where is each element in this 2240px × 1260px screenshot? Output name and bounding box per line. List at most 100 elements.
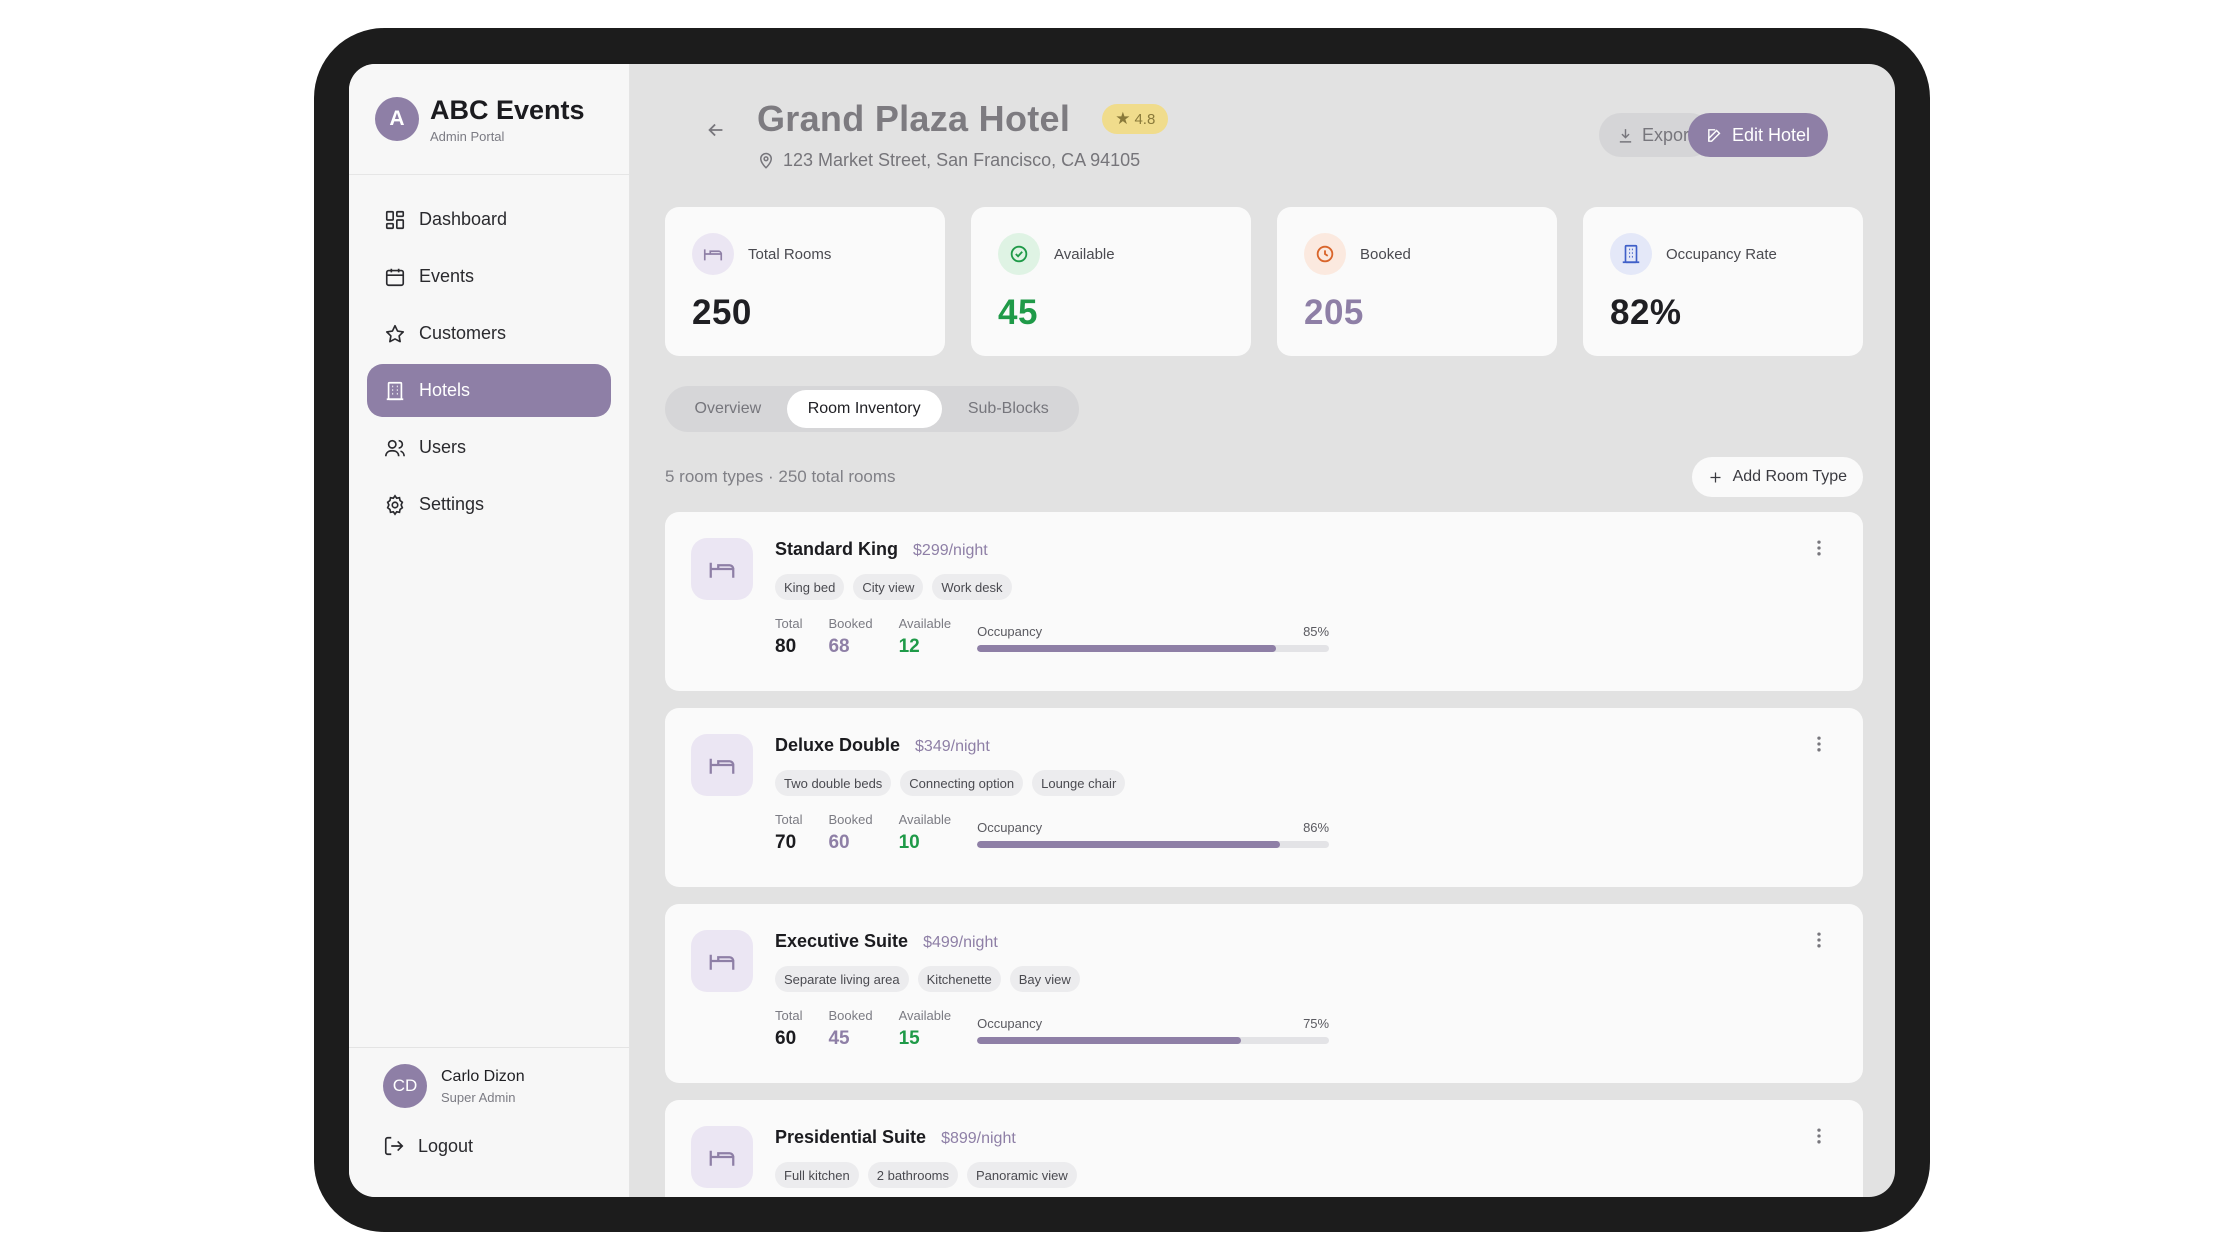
stat-icon-wrap [1304, 233, 1346, 275]
stat-value: 82% [1610, 293, 1682, 332]
amenity-tags: King bed City view Work desk [775, 574, 1329, 600]
star-icon [385, 324, 405, 342]
occupancy-fill [977, 645, 1277, 652]
building-icon [386, 381, 404, 400]
total-value: 80 [775, 636, 797, 657]
brand-avatar: A [375, 97, 419, 141]
amenity-tags: Full kitchen 2 bathrooms Panoramic view [775, 1162, 1077, 1188]
stat-card-available: Available 45 [971, 207, 1251, 356]
sidebar-item-label: Customers [419, 323, 507, 343]
logout-button[interactable]: Logout [383, 1135, 629, 1157]
rating-badge: ★ 4.8 [1102, 104, 1169, 134]
room-summary: 5 room types · 250 total rooms [665, 467, 896, 486]
add-room-type-label: Add Room Type [1732, 468, 1847, 485]
sidebar-item-settings[interactable]: Settings [367, 478, 611, 531]
room-price: $349/night [915, 738, 990, 755]
bed-icon [709, 562, 735, 578]
more-options-icon[interactable] [1809, 930, 1829, 950]
room-name: Deluxe Double [775, 735, 901, 755]
amenity-tag: City view [853, 574, 924, 600]
users-icon [385, 439, 405, 456]
total-label: Total [775, 1008, 803, 1023]
amenity-tag: Bay view [1009, 966, 1080, 992]
room-card: Deluxe Double $349/night Two double beds… [665, 708, 1863, 887]
amenity-tag: Connecting option [900, 770, 1024, 796]
more-options-icon[interactable] [1809, 1126, 1829, 1146]
list-header: 5 room types · 250 total rooms Add Room … [665, 457, 1863, 497]
occupancy-track [977, 645, 1330, 652]
sidebar-item-label: Settings [419, 494, 485, 514]
main-content: Grand Plaza Hotel ★ 4.8 123 Market Stree… [630, 64, 1895, 1197]
sidebar-nav: Dashboard Events Customers Hotels Users … [349, 175, 629, 531]
room-name: Presidential Suite [775, 1127, 927, 1147]
edit-label: Edit Hotel [1731, 124, 1810, 145]
stat-value: 205 [1304, 293, 1364, 332]
booked-value: 60 [828, 832, 850, 853]
location-pin-icon [759, 152, 773, 169]
download-icon [1619, 128, 1632, 143]
occupancy-label: Occupancy [977, 820, 1043, 835]
sidebar-item-hotels[interactable]: Hotels [367, 364, 611, 417]
bed-icon [703, 249, 723, 261]
edit-hotel-button[interactable]: Edit Hotel [1687, 113, 1828, 157]
room-stats: Total 60 Booked 45 Available 15 Occupancy 75… [775, 1008, 1330, 1050]
sidebar-item-label: Events [419, 266, 475, 286]
stat-icon-wrap [998, 233, 1040, 275]
app-screen: A ABC Events Admin Portal Dashboard Even… [349, 64, 1895, 1197]
amenity-tag: 2 bathrooms [867, 1162, 959, 1188]
available-label: Available [898, 1008, 952, 1023]
occupancy-fill [977, 841, 1280, 848]
room-name: Standard King [775, 539, 899, 559]
logout-icon [384, 1136, 404, 1156]
calendar-icon [385, 268, 405, 286]
room-card: Standard King $299/night King bed City v… [665, 512, 1863, 691]
brand-subtitle: Admin Portal [430, 129, 505, 144]
available-value: 10 [898, 832, 920, 853]
amenity-tag: Separate living area [775, 966, 909, 992]
room-card: Presidential Suite $899/night Full kitch… [665, 1100, 1863, 1197]
avatar[interactable]: CD [383, 1064, 427, 1108]
sidebar-item-customers[interactable]: Customers [367, 307, 611, 360]
stat-label: Occupancy Rate [1666, 245, 1777, 263]
amenity-tag: Lounge chair [1032, 770, 1126, 796]
edit-icon [1708, 128, 1721, 142]
total-label: Total [775, 616, 803, 631]
amenity-tag: Two double beds [775, 770, 892, 796]
occupancy-percent: 85% [1303, 624, 1330, 639]
amenity-tag: Work desk [932, 574, 1012, 600]
sidebar-item-dashboard[interactable]: Dashboard [367, 193, 611, 246]
dashboard-icon [385, 210, 405, 229]
booked-label: Booked [828, 812, 873, 827]
user-block: CD Carlo Dizon Super Admin Logout [349, 1047, 629, 1197]
more-options-icon[interactable] [1809, 734, 1829, 754]
tab-room-inventory[interactable]: Room Inventory [786, 390, 942, 428]
plus-icon [1710, 472, 1721, 482]
available-value: 12 [898, 636, 920, 657]
tab-sub-blocks[interactable]: Sub-Blocks [942, 390, 1075, 428]
stat-card-total-rooms: Total Rooms 250 [665, 207, 945, 356]
bed-icon [709, 758, 735, 774]
page-header: Grand Plaza Hotel ★ 4.8 123 Market Stree… [665, 64, 1863, 175]
occupancy-track [977, 1037, 1330, 1044]
room-price: $899/night [941, 1130, 1016, 1147]
star-icon: ★ [1115, 109, 1131, 128]
sidebar: A ABC Events Admin Portal Dashboard Even… [349, 64, 630, 1197]
export-label: Export [1641, 124, 1694, 145]
booked-value: 68 [828, 636, 850, 657]
sidebar-item-users[interactable]: Users [367, 421, 611, 474]
room-icon-wrap [691, 930, 753, 992]
stat-icon-wrap [1610, 233, 1652, 275]
occupancy-fill [977, 1037, 1242, 1044]
add-room-type-button[interactable]: Add Room Type [1691, 457, 1863, 497]
occupancy-meter: Occupancy 85% [977, 624, 1330, 652]
more-options-icon[interactable] [1809, 538, 1829, 558]
room-icon-wrap [691, 1126, 753, 1188]
amenity-tags: Separate living area Kitchenette Bay vie… [775, 966, 1329, 992]
stat-card-occupancy-rate: Occupancy Rate 82% [1583, 207, 1863, 356]
tab-overview[interactable]: Overview [669, 390, 787, 428]
hotel-address: 123 Market Street, San Francisco, CA 941… [757, 150, 1168, 171]
sidebar-item-events[interactable]: Events [367, 250, 611, 303]
back-arrow-icon[interactable] [705, 119, 727, 141]
stat-label: Booked [1360, 245, 1411, 263]
occupancy-percent: 75% [1303, 1016, 1330, 1031]
